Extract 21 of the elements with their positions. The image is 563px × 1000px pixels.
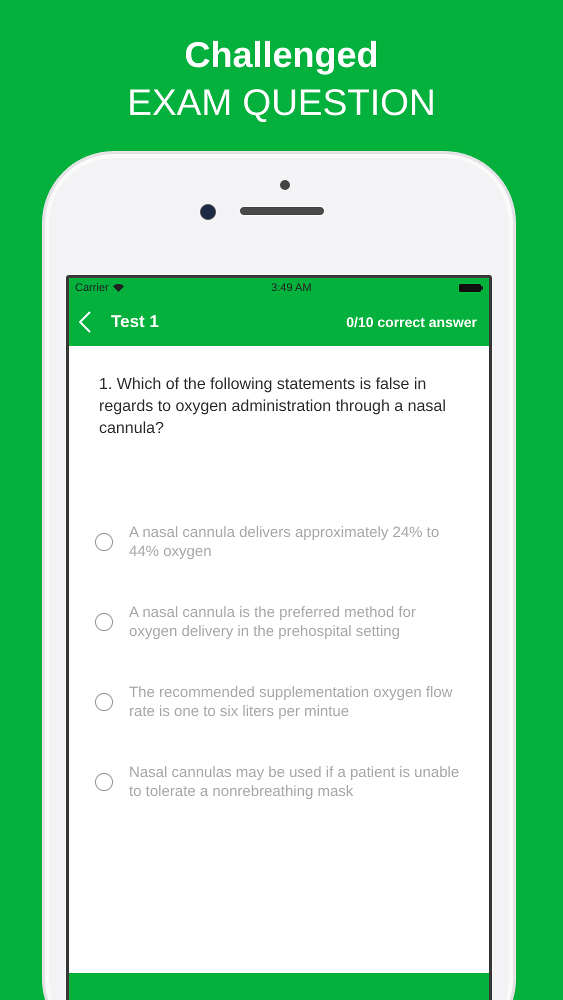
sensor-icon [280,180,290,190]
speaker-icon [240,207,324,215]
headline-subtitle: EXAM QUESTION [127,81,436,125]
headline-title: Challenged [184,33,379,77]
answer-option[interactable]: The recommended supplementation oxygen flow rate is one to six liters per mintue [89,682,469,722]
nav-title: Test 1 [111,312,160,332]
back-button[interactable] [79,311,91,333]
radio-button[interactable] [95,613,113,631]
camera-icon [200,204,216,220]
question-text: 1. Which of the following statements is false in regards to oxygen administration through a nasal cannula? [99,375,447,439]
battery-icon [458,284,483,292]
radio-button[interactable] [95,533,113,551]
carrier-label: Carrier [75,282,109,294]
wifi-icon [112,284,124,292]
status-time: 3:49 AM [271,282,312,294]
radio-button[interactable] [95,693,113,711]
radio-button[interactable] [95,773,113,791]
answer-option[interactable]: Nasal cannulas may be used if a patient is unable to tolerate a nonrebreathing mask [89,762,469,802]
answer-option[interactable]: A nasal cannula delivers approximately 24% to 44% oxygen [89,522,469,562]
answer-option[interactable]: A nasal cannula is the preferred method for oxygen delivery in the prehospital setting [89,602,469,642]
score-label: 0/10 correct answer [346,314,477,330]
